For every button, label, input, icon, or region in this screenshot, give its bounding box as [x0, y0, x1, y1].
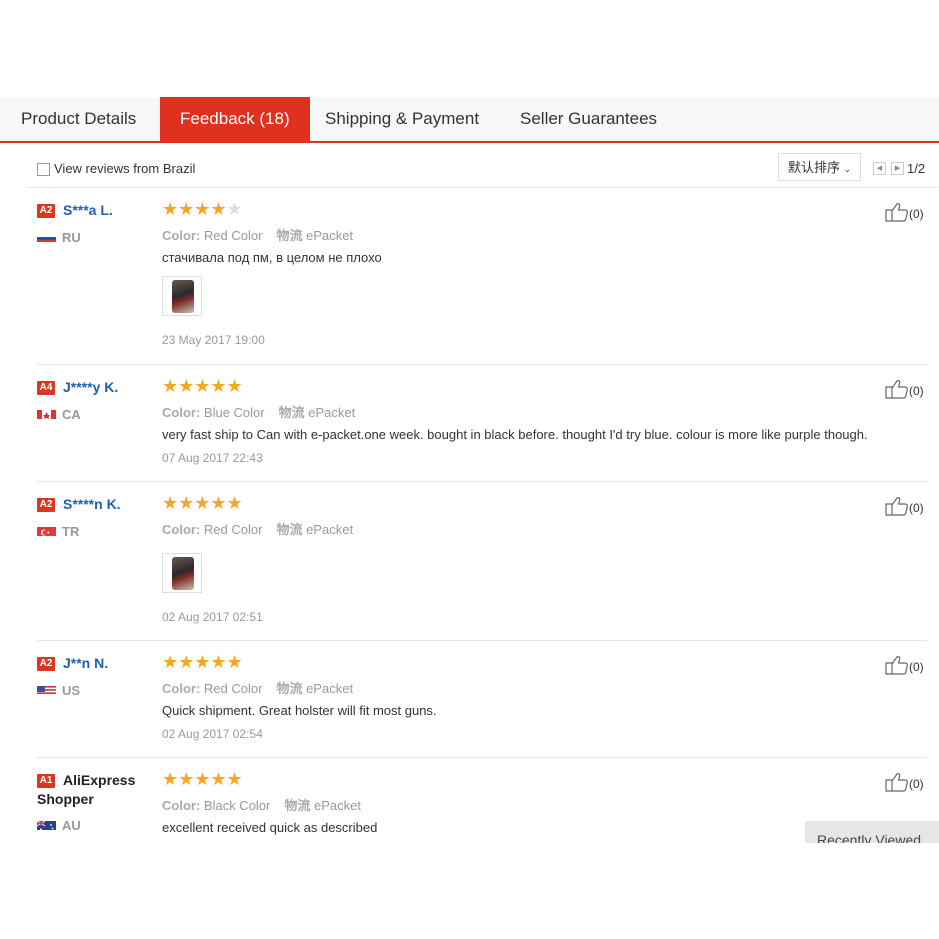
review-attributes: Color: Red Color 物流 ePacket [162, 678, 353, 697]
color-value: Blue Color [203, 405, 265, 420]
country-code: TR [62, 524, 80, 539]
color-value: Red Color [203, 228, 263, 243]
shipping-label: 物流 [276, 522, 303, 537]
reviewer-name[interactable]: S****n K. [63, 496, 121, 512]
country-code: US [62, 683, 81, 698]
review-attributes: Color: Black Color 物流 ePacket [162, 795, 361, 814]
thumbs-up-icon [885, 497, 908, 516]
shipping-value: ePacket [308, 405, 356, 420]
buyer-level-badge: A2 [37, 498, 55, 512]
rating-stars: ★★★★★ [162, 493, 243, 513]
reviewer-name[interactable]: S***a L. [63, 202, 113, 218]
rating-stars: ★★★★★ [162, 376, 243, 396]
helpful-count: (0) [909, 207, 924, 221]
thumbs-up-icon [885, 656, 908, 675]
shipping-label: 物流 [276, 228, 303, 243]
review-item: A2 S***a L. RU ★★★★★ Color: Red Color 物流 … [0, 187, 939, 364]
helpful-count: (0) [909, 777, 924, 791]
color-label: Color: [162, 798, 201, 813]
country-code: RU [62, 230, 81, 245]
review-item: A4 J****y K. CA ★★★★★ Color: Blue Color 物… [0, 364, 939, 481]
brazil-filter-label[interactable]: View reviews from Brazil [54, 161, 195, 176]
review-text: Quick shipment. Great holster will fit m… [162, 703, 437, 718]
review-date: 02 Aug 2017 02:54 [162, 727, 263, 741]
shipping-value: ePacket [306, 228, 354, 243]
buyer-level-badge: A2 [37, 657, 55, 671]
tab-shipping-payment[interactable]: Shipping & Payment [325, 97, 479, 141]
shipping-value: ePacket [306, 522, 354, 537]
review-item: A2 S****n K. TR ★★★★★ Color: Red Color 物流… [0, 481, 939, 640]
thumbs-up-icon [885, 380, 908, 399]
helpful-button[interactable]: (0) [885, 772, 924, 792]
recently-viewed-label: Recently Viewed [817, 832, 922, 843]
review-date: 23 May 2017 19:00 [162, 333, 265, 347]
country-code: CA [62, 407, 81, 422]
helpful-button[interactable]: (0) [885, 496, 924, 516]
review-attributes: Color: Blue Color 物流 ePacket [162, 402, 355, 421]
color-value: Black Color [203, 798, 271, 813]
reviewer-name[interactable]: J**n N. [63, 655, 108, 671]
shipping-label: 物流 [284, 798, 311, 813]
color-label: Color: [162, 405, 201, 420]
chevron-left-icon: ◀ [876, 165, 883, 172]
rating-stars: ★★★★★ [162, 769, 243, 789]
buyer-level-badge: A4 [37, 381, 55, 395]
buyer-level-badge: A2 [37, 204, 55, 218]
brazil-filter-checkbox[interactable] [37, 163, 50, 176]
next-page-button[interactable]: ▶ [891, 162, 904, 175]
tab-feedback[interactable]: Feedback (18) [160, 97, 310, 141]
color-label: Color: [162, 228, 201, 243]
review-attributes: Color: Red Color 物流 ePacket [162, 225, 353, 244]
country-code: AU [62, 818, 81, 833]
shipping-label: 物流 [278, 405, 305, 420]
flag-ru-icon [37, 231, 56, 242]
reviewer-name[interactable]: AliExpress [63, 772, 135, 788]
buyer-level-badge: A1 [37, 774, 55, 788]
thumbs-up-icon [885, 203, 908, 222]
recently-viewed-tab[interactable]: Recently Viewed [805, 821, 939, 843]
chevron-right-icon: ▶ [894, 165, 901, 172]
rating-stars: ★★★★★ [162, 652, 243, 672]
flag-tr-icon [37, 525, 56, 536]
feedback-panel: View reviews from Brazil 默认排序 ⌄ ◀ ▶ 1/2 … [0, 143, 939, 843]
helpful-button[interactable]: (0) [885, 379, 924, 399]
review-attributes: Color: Red Color 物流 ePacket [162, 519, 353, 538]
helpful-button[interactable]: (0) [885, 202, 924, 222]
sort-dropdown[interactable]: 默认排序 ⌄ [778, 153, 862, 181]
tab-bar: Product Details Feedback (18) Shipping &… [0, 97, 939, 143]
shipping-label: 物流 [276, 681, 303, 696]
helpful-count: (0) [909, 384, 924, 398]
thumbs-up-icon [885, 773, 908, 792]
flag-au-icon [37, 819, 56, 830]
tab-seller-guarantees[interactable]: Seller Guarantees [520, 97, 657, 141]
helpful-count: (0) [909, 660, 924, 674]
flag-ca-icon [37, 408, 56, 419]
color-label: Color: [162, 681, 201, 696]
review-date: 07 Aug 2017 22:43 [162, 451, 263, 465]
review-text: very fast ship to Can with e-packet.one … [162, 427, 868, 442]
color-label: Color: [162, 522, 201, 537]
review-date: 02 Aug 2017 02:51 [162, 610, 263, 624]
review-text: стачивала под пм, в целом не плохо [162, 250, 382, 265]
helpful-count: (0) [909, 501, 924, 515]
tab-product-details[interactable]: Product Details [21, 97, 136, 141]
sort-label: 默认排序 [788, 160, 841, 175]
color-value: Red Color [203, 522, 263, 537]
helpful-button[interactable]: (0) [885, 655, 924, 675]
review-item: A1 AliExpress Shopper AU ★★★★★ Color: Bl… [0, 757, 939, 843]
rating-stars: ★★★★★ [162, 199, 243, 219]
shipping-value: ePacket [314, 798, 361, 813]
shipping-value: ePacket [306, 681, 354, 696]
review-photo-thumbnail[interactable] [162, 553, 202, 593]
review-photo-thumbnail[interactable] [162, 276, 202, 316]
reviewer-name-line2[interactable]: Shopper [37, 791, 94, 807]
review-item: A2 J**n N. US ★★★★★ Color: Red Color 物流 e… [0, 640, 939, 757]
flag-us-icon [37, 684, 56, 695]
color-value: Red Color [203, 681, 263, 696]
reviewer-name[interactable]: J****y K. [63, 379, 118, 395]
prev-page-button[interactable]: ◀ [873, 162, 886, 175]
page-indicator: 1/2 [907, 161, 926, 176]
chevron-down-icon: ⌄ [843, 164, 852, 174]
review-text: excellent received quick as described [162, 820, 378, 835]
